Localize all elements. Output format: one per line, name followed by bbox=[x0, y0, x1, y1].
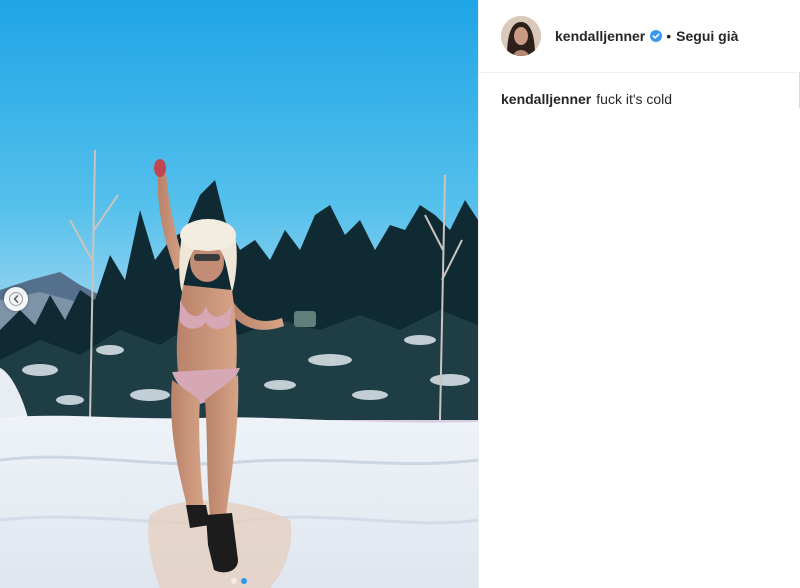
caption-text: fuck it's cold bbox=[596, 91, 673, 107]
header-separator: • bbox=[666, 28, 672, 44]
post-header: kendalljenner • Segui già bbox=[479, 0, 798, 73]
snow-scene-image bbox=[0, 0, 478, 588]
avatar[interactable] bbox=[501, 16, 541, 56]
caption-username[interactable]: kendalljenner bbox=[501, 91, 591, 107]
verified-badge-icon bbox=[650, 30, 663, 42]
carousel-indicator bbox=[0, 578, 478, 584]
post-photo[interactable] bbox=[0, 0, 478, 588]
post-username[interactable]: kendalljenner bbox=[555, 28, 645, 44]
following-button[interactable]: Segui già bbox=[676, 28, 738, 44]
instagram-post: kendalljenner • Segui già kendalljenner f… bbox=[0, 0, 800, 588]
carousel-dot bbox=[231, 578, 237, 584]
carousel-dot-active bbox=[241, 578, 247, 584]
chevron-left-icon bbox=[9, 292, 23, 306]
post-sidebar: kendalljenner • Segui già kendalljenner f… bbox=[478, 0, 800, 588]
profile-photo-icon bbox=[501, 16, 541, 56]
post-caption: kendalljenner fuck it's cold bbox=[479, 73, 800, 108]
carousel-prev-button[interactable] bbox=[4, 287, 28, 311]
